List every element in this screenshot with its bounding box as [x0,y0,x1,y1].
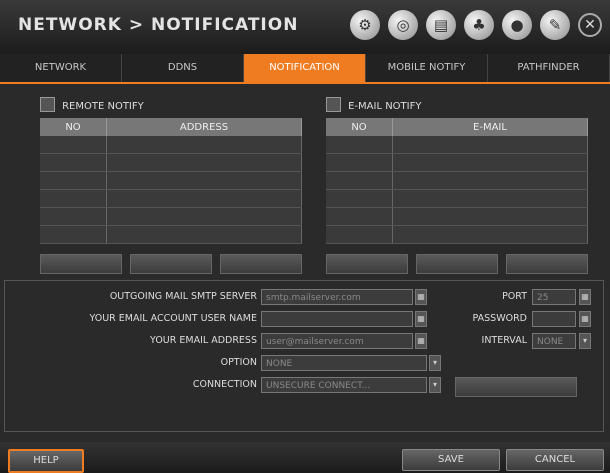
table-row[interactable] [40,207,302,226]
close-icon[interactable]: ✕ [578,13,602,37]
test-button[interactable] [455,377,577,397]
storage-icon[interactable]: ▤ [426,10,456,40]
cancel-button[interactable]: CANCEL [506,449,604,471]
email-edit-button[interactable] [416,254,498,274]
interval-select[interactable]: NONE [532,333,576,349]
table-row[interactable] [326,153,588,172]
password-label: PASSWORD [472,313,527,324]
column-header-no: NO [326,118,393,136]
table-row[interactable] [326,136,588,154]
email-notify-group: E-MAIL NOTIFY NO E-MAIL [326,94,588,274]
network-icon[interactable]: ◎ [388,10,418,40]
table-row[interactable] [326,171,588,190]
password-input[interactable] [532,311,576,327]
column-header-email: E-MAIL [392,118,588,136]
port-keyboard-button[interactable]: ▦ [579,289,591,305]
password-keyboard-button[interactable]: ▦ [579,311,591,327]
smtp-server-label: OUTGOING MAIL SMTP SERVER [109,291,257,302]
save-button[interactable]: SAVE [402,449,500,471]
page-title: NETWORK > NOTIFICATION [18,15,299,35]
remote-edit-button[interactable] [130,254,212,274]
table-row[interactable] [40,189,302,208]
interval-label: INTERVAL [481,335,527,346]
settings-panel: REMOTE NOTIFY NO ADDRESS E-MAIL NOTIFY N… [0,84,610,442]
tab-mobile-notify[interactable]: MOBILE NOTIFY [366,54,488,82]
table-row[interactable] [326,207,588,226]
smtp-keyboard-button[interactable]: ▦ [415,289,427,305]
connection-label: CONNECTION [192,379,257,390]
email-notify-label: E-MAIL NOTIFY [348,101,422,112]
remote-button-row [40,254,302,274]
interval-dropdown-icon[interactable]: ▾ [579,333,591,349]
user-name-input[interactable] [261,311,413,327]
tab-pathfinder[interactable]: PATHFINDER [488,54,610,82]
smtp-server-input[interactable]: smtp.mailserver.com [261,289,413,305]
tab-ddns[interactable]: DDNS [122,54,244,82]
column-header-address: ADDRESS [106,118,302,136]
port-input[interactable]: 25 [532,289,576,305]
remote-notify-label: REMOTE NOTIFY [62,101,144,112]
remote-address-table: NO ADDRESS [40,118,302,244]
user-name-label: YOUR EMAIL ACCOUNT USER NAME [89,313,257,324]
option-label: OPTION [220,357,257,368]
port-label: PORT [502,291,527,302]
footer-bar: HELP SAVE CANCEL [0,442,610,473]
gear-icon[interactable]: ⚙ [350,10,380,40]
email-notify-checkbox[interactable] [326,97,341,112]
table-row[interactable] [40,136,302,154]
email-address-input[interactable]: user@mailserver.com [261,333,413,349]
connection-dropdown-icon[interactable]: ▾ [429,377,441,393]
option-dropdown-icon[interactable]: ▾ [429,355,441,371]
email-delete-button[interactable] [506,254,588,274]
table-row[interactable] [326,225,588,244]
email-address-label: YOUR EMAIL ADDRESS [150,335,257,346]
toolbar-icons: ⚙ ◎ ▤ ♣ ● ✎ ✕ [350,10,602,40]
table-row[interactable] [40,225,302,244]
title-bar: NETWORK > NOTIFICATION ⚙ ◎ ▤ ♣ ● ✎ ✕ [0,0,610,55]
user-keyboard-button[interactable]: ▦ [415,311,427,327]
table-row[interactable] [326,189,588,208]
option-select[interactable]: NONE [261,355,427,371]
tab-notification[interactable]: NOTIFICATION [244,54,366,82]
column-header-no: NO [40,118,107,136]
connection-select[interactable]: UNSECURE CONNECT... [261,377,427,393]
wrench-icon[interactable]: ✎ [540,10,570,40]
remote-notify-checkbox[interactable] [40,97,55,112]
remote-notify-group: REMOTE NOTIFY NO ADDRESS [40,94,302,274]
help-button[interactable]: HELP [8,449,84,473]
system-icon[interactable]: ♣ [464,10,494,40]
email-button-row [326,254,588,274]
remote-add-button[interactable] [40,254,122,274]
tab-network[interactable]: NETWORK [0,54,122,82]
globe-icon[interactable]: ● [502,10,532,40]
email-address-table: NO E-MAIL [326,118,588,244]
email-add-button[interactable] [326,254,408,274]
tab-bar: NETWORK DDNS NOTIFICATION MOBILE NOTIFY … [0,54,610,84]
table-row[interactable] [40,153,302,172]
table-row[interactable] [40,171,302,190]
address-keyboard-button[interactable]: ▦ [415,333,427,349]
smtp-settings-form: OUTGOING MAIL SMTP SERVER smtp.mailserve… [4,280,604,432]
remote-delete-button[interactable] [220,254,302,274]
